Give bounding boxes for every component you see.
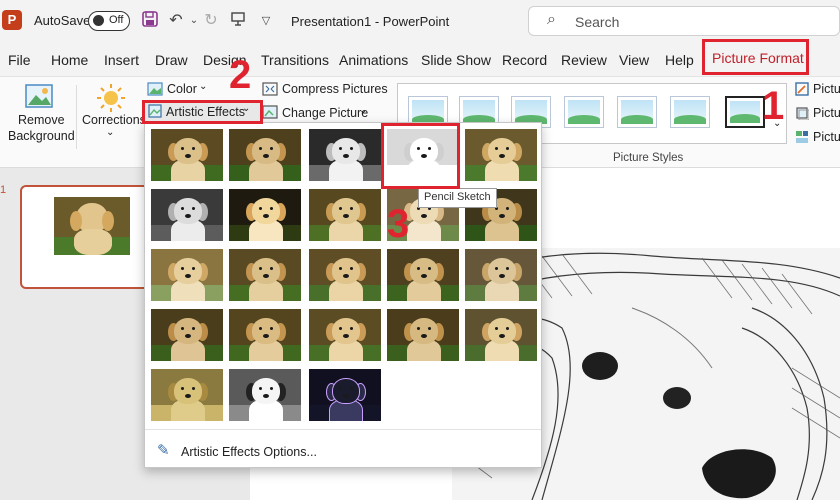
tab-picture-format-label: Picture Format: [712, 50, 804, 66]
artistic-effect-option[interactable]: [387, 249, 459, 301]
artistic-effect-option[interactable]: [151, 189, 223, 241]
color-chevron-icon[interactable]: ⌄: [199, 81, 207, 92]
autosave-state: Off: [109, 14, 124, 26]
tab-record[interactable]: Record: [502, 52, 547, 68]
step-3-marker: 3: [387, 202, 410, 246]
highlight-box-pencil-sketch: [381, 123, 460, 189]
undo-icon[interactable]: ↶: [166, 11, 186, 31]
picture-effects-label[interactable]: Pictur: [813, 106, 840, 120]
color-icon[interactable]: [147, 82, 163, 99]
save-icon[interactable]: [140, 11, 160, 31]
tab-help[interactable]: Help: [665, 52, 694, 68]
artistic-effects-dropdown: ✎ Artistic Effects Options...: [144, 122, 542, 468]
artistic-effects-options-icon[interactable]: ✎: [157, 441, 170, 459]
change-picture-label[interactable]: Change Picture: [282, 106, 368, 120]
slide-thumbnail[interactable]: [20, 185, 150, 289]
picture-style-option[interactable]: [564, 96, 604, 128]
tab-draw[interactable]: Draw: [155, 52, 188, 68]
slide-thumbnail-image: [54, 197, 130, 255]
toggle-knob: [93, 15, 104, 26]
artistic-effect-option[interactable]: [309, 369, 381, 421]
remove-background-label-2[interactable]: Background: [8, 129, 75, 143]
remove-background-label[interactable]: Remove: [18, 113, 65, 127]
compress-pictures-label[interactable]: Compress Pictures: [282, 82, 388, 96]
picture-styles-group-label: Picture Styles: [613, 152, 684, 164]
artistic-effects-options-item[interactable]: Artistic Effects Options...: [181, 445, 317, 459]
picture-border-icon[interactable]: [795, 82, 809, 99]
picture-layout-icon[interactable]: [795, 130, 809, 147]
artistic-effect-option[interactable]: [151, 129, 223, 181]
ribbon-separator: [76, 85, 77, 149]
autosave-label: AutoSave: [34, 13, 91, 28]
artistic-effect-option[interactable]: [151, 249, 223, 301]
artistic-effect-option[interactable]: [229, 309, 301, 361]
title-bar: P AutoSave Off ↶ ⌄ ↻ ▽ Presentation1 - P…: [0, 0, 840, 42]
slide-number: 1: [0, 184, 7, 196]
document-title: Presentation1 - PowerPoint: [291, 14, 450, 29]
color-label[interactable]: Color: [167, 82, 197, 96]
search-box[interactable]: ⌕ Search: [528, 6, 840, 36]
tab-view[interactable]: View: [619, 52, 649, 68]
presenter-icon[interactable]: [228, 11, 248, 31]
tab-home[interactable]: Home: [51, 52, 88, 68]
tab-review[interactable]: Review: [561, 52, 607, 68]
pencil-sketch-tooltip: Pencil Sketch: [418, 188, 497, 208]
artistic-effect-option[interactable]: [229, 189, 301, 241]
artistic-effect-option[interactable]: [309, 309, 381, 361]
artistic-effect-option[interactable]: [229, 129, 301, 181]
picture-style-option[interactable]: [617, 96, 657, 128]
artistic-effect-option[interactable]: [151, 309, 223, 361]
corrections-sun-icon[interactable]: [96, 83, 126, 116]
artistic-effect-option[interactable]: [229, 369, 301, 421]
compress-pictures-icon[interactable]: [262, 82, 278, 99]
tab-insert[interactable]: Insert: [104, 52, 139, 68]
artistic-effect-option[interactable]: [151, 369, 223, 421]
search-icon: ⌕: [547, 11, 556, 28]
change-picture-chevron-icon[interactable]: ⌄: [359, 105, 367, 116]
picture-style-option[interactable]: [670, 96, 710, 128]
artistic-effect-option[interactable]: [465, 249, 537, 301]
tab-animations[interactable]: Animations: [339, 52, 408, 68]
step-1-marker: 1: [762, 84, 785, 128]
picture-style-option[interactable]: [725, 96, 765, 128]
tab-file[interactable]: File: [8, 52, 31, 68]
artistic-effect-option[interactable]: [309, 249, 381, 301]
picture-border-label[interactable]: Pictur: [813, 82, 840, 96]
step-2-marker: 2: [229, 53, 252, 97]
remove-background-icon[interactable]: [24, 83, 54, 114]
tab-picture-format[interactable]: Picture Format: [702, 39, 809, 75]
artistic-effect-option[interactable]: [387, 309, 459, 361]
change-picture-icon[interactable]: [262, 105, 278, 122]
powerpoint-icon: P: [2, 10, 22, 30]
artistic-effect-option[interactable]: [309, 129, 381, 181]
tab-transitions[interactable]: Transitions: [261, 52, 329, 68]
menu-divider: [145, 429, 541, 430]
autosave-toggle[interactable]: Off: [88, 11, 130, 31]
artistic-effect-option[interactable]: [309, 189, 381, 241]
tab-slide-show[interactable]: Slide Show: [421, 52, 491, 68]
customize-toolbar-icon[interactable]: ▽: [256, 11, 276, 31]
picture-effects-icon[interactable]: [795, 106, 810, 123]
corrections-chevron-icon[interactable]: ⌄: [106, 127, 114, 138]
corrections-label[interactable]: Corrections: [82, 113, 146, 127]
highlight-box-artistic-effects: [142, 100, 263, 124]
redo-icon[interactable]: ↻: [201, 11, 221, 31]
artistic-effect-option[interactable]: [465, 129, 537, 181]
picture-layout-label[interactable]: Pictur: [813, 130, 840, 144]
artistic-effect-option[interactable]: [229, 249, 301, 301]
artistic-effect-option[interactable]: [465, 309, 537, 361]
search-placeholder: Search: [575, 14, 620, 30]
